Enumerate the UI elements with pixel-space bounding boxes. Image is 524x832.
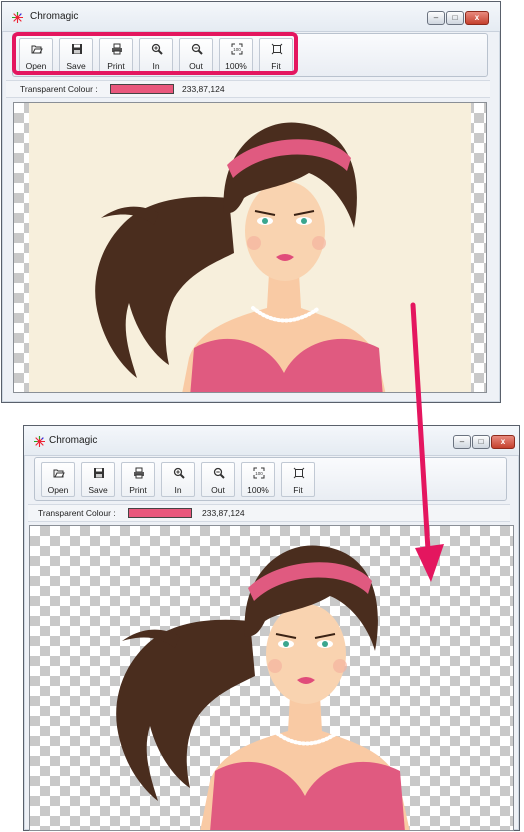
minimize-button[interactable]: –	[453, 435, 471, 449]
in-button[interactable]: In	[161, 462, 195, 497]
window-title: Chromagic	[30, 11, 79, 22]
window-title: Chromagic	[49, 435, 98, 446]
minimize-icon: –	[433, 13, 439, 22]
printer-icon	[134, 467, 144, 479]
minimize-icon: –	[459, 437, 465, 446]
floppy-disk-icon	[94, 468, 104, 478]
zoom-out-icon	[213, 467, 225, 479]
fit-to-window-icon	[293, 467, 305, 479]
transparent-colour-bar: Transparent Colour : 233,87,124	[6, 80, 490, 98]
close-button[interactable]: x	[491, 435, 515, 449]
transparent-colour-swatch[interactable]	[110, 84, 174, 94]
maximize-button[interactable]: □	[446, 11, 464, 25]
maximize-button[interactable]: □	[472, 435, 490, 449]
button-label: Out	[211, 485, 225, 495]
screenshot-stage: Chromagic – □ x Open Save Print In Out 100 100…	[0, 0, 524, 832]
close-button[interactable]: x	[465, 11, 489, 25]
svg-text:100: 100	[255, 471, 263, 476]
fit-button[interactable]: Fit	[281, 462, 315, 497]
arrow-icon	[410, 302, 444, 582]
transparent-colour-label: Transparent Colour :	[38, 508, 116, 518]
close-icon: x	[500, 437, 506, 446]
save-button[interactable]: Save	[81, 462, 115, 497]
toolbar-highlight-box	[12, 32, 298, 75]
button-label: Print	[129, 485, 147, 495]
100-percent-button[interactable]: 100 100%	[241, 462, 275, 497]
folder-open-icon	[53, 469, 65, 478]
button-label: Save	[88, 485, 108, 495]
transparent-colour-rgb: 233,87,124	[182, 84, 225, 94]
transparent-colour-rgb: 233,87,124	[202, 508, 245, 518]
out-button[interactable]: Out	[201, 462, 235, 497]
transparent-colour-swatch[interactable]	[128, 508, 192, 518]
button-label: 100%	[247, 485, 269, 495]
button-label: Fit	[293, 485, 303, 495]
app-logo-icon	[34, 436, 45, 447]
title-bar: Chromagic – □ x	[2, 2, 500, 32]
maximize-icon: □	[478, 437, 484, 446]
maximize-icon: □	[452, 13, 458, 22]
open-button[interactable]: Open	[41, 462, 75, 497]
close-icon: x	[474, 13, 480, 22]
minimize-button[interactable]: –	[427, 11, 445, 25]
zoom-in-icon	[173, 467, 185, 479]
app-logo-icon	[12, 12, 23, 23]
actual-size-icon: 100	[253, 467, 265, 479]
print-button[interactable]: Print	[121, 462, 155, 497]
button-label: Open	[47, 485, 69, 495]
transparent-colour-label: Transparent Colour :	[20, 84, 98, 94]
button-label: In	[174, 485, 182, 495]
